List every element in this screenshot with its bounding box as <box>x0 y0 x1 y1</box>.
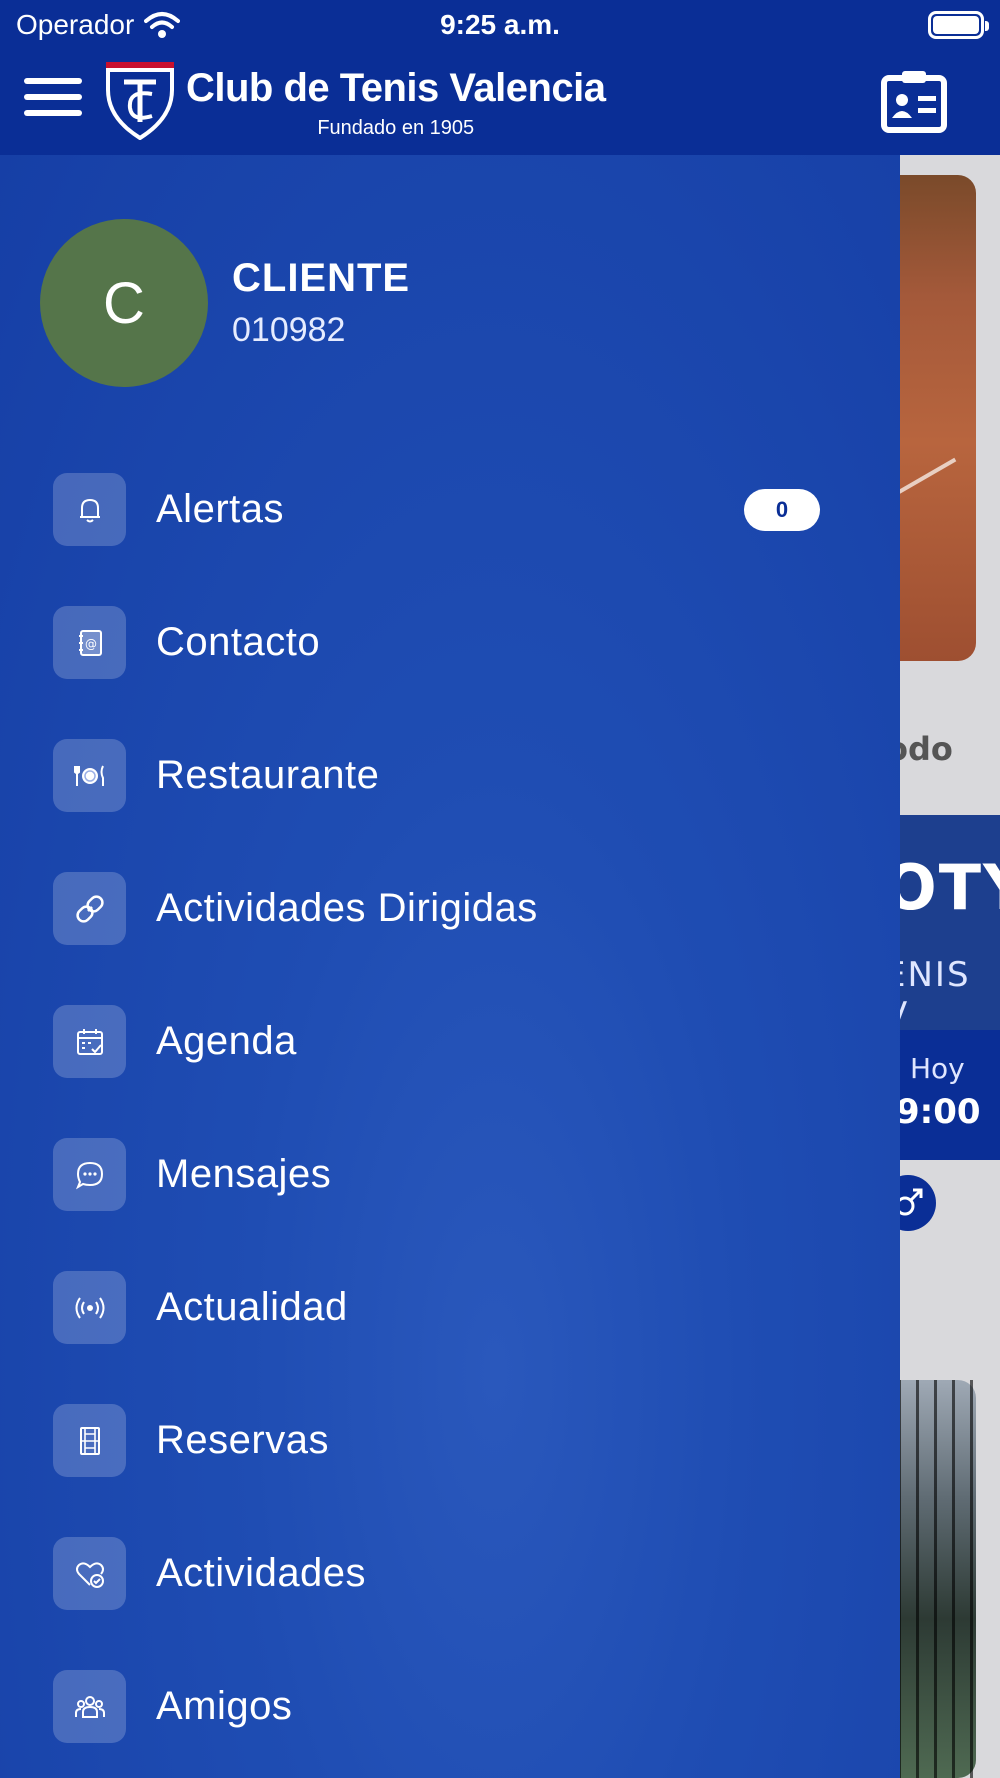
app-header: Club de Tenis Valencia Fundado en 1905 <box>0 50 1000 155</box>
menu-item-amigos[interactable]: Amigos <box>0 1640 900 1773</box>
menu-label-amigos: Amigos <box>156 1684 293 1728</box>
carrier-label: Operador <box>16 9 135 40</box>
contact-book-icon: @ <box>53 606 126 679</box>
member-card-icon <box>881 71 947 133</box>
menu-label-actividades: Actividades <box>156 1551 367 1595</box>
status-bar: Operador 9:25 a.m. <box>0 0 1000 50</box>
profile-name: CLIENTE <box>232 256 411 300</box>
menu-label-restaurante: Restaurante <box>156 753 380 797</box>
club-logo: Club de Tenis Valencia Fundado en 1905 <box>104 60 606 148</box>
club-title: Club de Tenis Valencia <box>186 66 606 110</box>
banner-subtitle-partial: ENIS V <box>884 955 971 1035</box>
alerts-count-badge: 0 <box>744 488 820 531</box>
avatar: C <box>40 219 208 387</box>
event-hour: 9:00 <box>896 1092 981 1132</box>
restaurant-icon <box>53 739 126 812</box>
group-icon <box>53 1670 126 1743</box>
menu-item-actividades-dirigidas[interactable]: Actividades Dirigidas <box>0 842 900 975</box>
broadcast-icon <box>53 1271 126 1344</box>
menu-item-contacto[interactable]: @ Contacto <box>0 576 900 709</box>
wifi-icon <box>144 12 181 38</box>
side-drawer: C CLIENTE 010982 Alertas 0 @ Contacto Re… <box>0 155 900 1778</box>
profile-text: CLIENTE 010982 <box>232 256 410 350</box>
club-crest-icon <box>106 62 174 140</box>
bell-icon <box>53 473 126 546</box>
menu-item-agenda[interactable]: Agenda <box>0 975 900 1108</box>
menu-item-restaurante[interactable]: Restaurante <box>0 709 900 842</box>
svg-text:@: @ <box>85 637 97 651</box>
logo-text: Club de Tenis Valencia Fundado en 1905 <box>186 60 606 140</box>
menu-label-alertas: Alertas <box>156 487 284 531</box>
menu-label-actualidad: Actualidad <box>156 1285 348 1329</box>
club-subtitle: Fundado en 1905 <box>317 117 475 139</box>
status-left: Operador <box>16 9 181 41</box>
calendar-check-icon <box>53 1005 126 1078</box>
user-profile[interactable]: C CLIENTE 010982 <box>40 219 410 387</box>
menu-item-alertas[interactable]: Alertas 0 <box>0 443 900 576</box>
battery-icon <box>928 11 989 39</box>
menu-item-actualidad[interactable]: Actualidad <box>0 1241 900 1374</box>
profile-member-id: 010982 <box>232 311 346 349</box>
menu-label-agenda: Agenda <box>156 1019 297 1063</box>
hamburger-menu-button[interactable] <box>24 72 82 122</box>
menu-item-reservas[interactable]: Reservas <box>0 1374 900 1507</box>
menu-item-mensajes[interactable]: Mensajes <box>0 1108 900 1241</box>
member-card-button[interactable] <box>880 68 948 134</box>
link-icon <box>53 872 126 945</box>
event-day: Hoy <box>910 1052 965 1085</box>
court-icon <box>53 1404 126 1477</box>
menu-label-contacto: Contacto <box>156 620 321 664</box>
heart-check-icon <box>53 1537 126 1610</box>
menu-label-mensajes: Mensajes <box>156 1152 332 1196</box>
menu-item-actividades[interactable]: Actividades <box>0 1507 900 1640</box>
menu-label-actividades-dirigidas: Actividades Dirigidas <box>156 886 538 930</box>
chat-bubble-icon <box>53 1138 126 1211</box>
banner-title-partial: OTY <box>884 851 1000 924</box>
menu-label-reservas: Reservas <box>156 1418 329 1462</box>
